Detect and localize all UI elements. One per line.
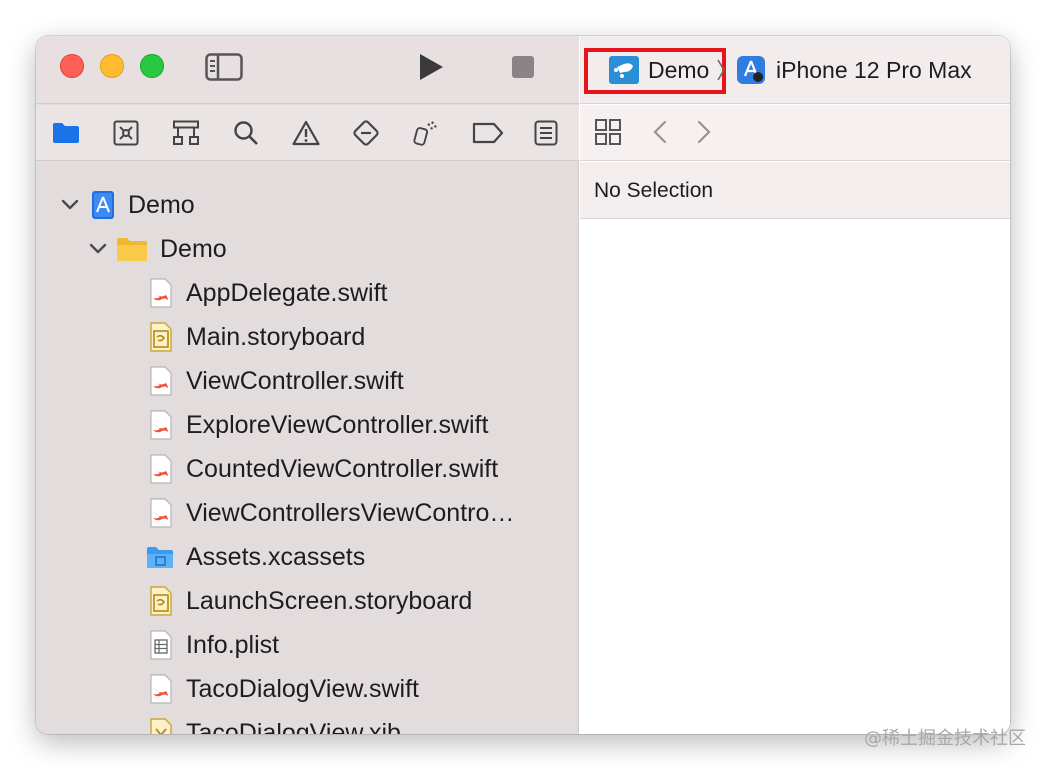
file-row[interactable]: ViewController.swift [148, 359, 404, 403]
zoom-window-button[interactable] [140, 54, 164, 78]
xcode-window: Demo Demo AppDelegate.swift Main.storybo… [36, 36, 1010, 734]
simulator-icon [736, 55, 766, 85]
file-row[interactable]: CountedViewController.swift [148, 447, 498, 491]
assets-folder-icon [146, 542, 174, 572]
swift-file-icon [148, 278, 174, 308]
no-selection-label: No Selection [594, 178, 714, 202]
project-navigator-icon[interactable] [52, 119, 80, 147]
editor-jump-bar [580, 105, 1010, 161]
highlight-box [584, 48, 726, 94]
close-window-button[interactable] [60, 54, 84, 78]
file-label: ExploreViewController.swift [186, 410, 489, 439]
file-row[interactable]: Info.plist [148, 623, 279, 667]
folder-icon [116, 234, 148, 264]
file-row[interactable]: ViewControllersViewContro… [148, 491, 514, 535]
file-label: Assets.xcassets [186, 542, 366, 571]
file-label: Info.plist [186, 630, 280, 659]
file-row[interactable]: AppDelegate.swift [148, 271, 388, 315]
xcode-project-icon [90, 190, 116, 220]
swift-file-icon [148, 410, 174, 440]
related-items-grid-icon[interactable] [594, 118, 622, 151]
editor-path-bar: No Selection [580, 162, 1010, 219]
file-row[interactable]: Assets.xcassets [146, 535, 365, 579]
issue-navigator-icon[interactable] [292, 119, 320, 147]
plist-file-icon [148, 630, 174, 660]
swift-file-icon [148, 498, 174, 528]
watermark: @稀土掘金技术社区 [864, 728, 1026, 749]
file-label: ViewControllersViewContro… [186, 498, 515, 527]
file-label: ViewController.swift [186, 366, 404, 395]
chevron-right-icon [716, 58, 726, 87]
device-selector[interactable]: iPhone 12 Pro Max [736, 50, 972, 90]
file-row[interactable]: TacoDialogView.xib [148, 711, 401, 734]
symbol-navigator-icon[interactable] [172, 119, 200, 147]
file-label: CountedViewController.swift [186, 454, 499, 483]
chevron-left-icon[interactable] [652, 120, 668, 149]
file-row[interactable]: Main.storyboard [148, 315, 365, 359]
file-label: TacoDialogView.xib [186, 718, 401, 735]
file-label: TacoDialogView.swift [186, 674, 419, 703]
report-navigator-icon[interactable] [532, 119, 560, 147]
device-label: iPhone 12 Pro Max [776, 56, 972, 83]
tree-project-row[interactable]: Demo [90, 183, 195, 227]
right-titlebar: Demo iPhone 12 Pro Max [580, 36, 1010, 104]
swift-file-icon [148, 454, 174, 484]
find-navigator-icon[interactable] [232, 119, 260, 147]
storyboard-file-icon [148, 586, 174, 616]
minimize-window-button[interactable] [100, 54, 124, 78]
chevron-down-icon[interactable] [59, 194, 81, 216]
file-row[interactable]: ExploreViewController.swift [148, 403, 488, 447]
debug-navigator-icon[interactable] [412, 119, 440, 147]
test-navigator-icon[interactable] [352, 119, 380, 147]
group-label: Demo [160, 234, 227, 263]
swift-file-icon [148, 674, 174, 704]
project-label: Demo [128, 190, 195, 219]
file-row[interactable]: TacoDialogView.swift [148, 667, 419, 711]
file-label: Main.storyboard [186, 322, 366, 351]
file-label: AppDelegate.swift [186, 278, 388, 307]
editor-pane: Demo iPhone 12 Pro Max No Selection [580, 36, 1010, 734]
chevron-down-icon[interactable] [87, 238, 109, 260]
file-row[interactable]: LaunchScreen.storyboard [148, 579, 472, 623]
breakpoint-navigator-icon[interactable] [472, 119, 504, 147]
source-control-icon[interactable] [112, 119, 140, 147]
swift-file-icon [148, 366, 174, 396]
editor-content [580, 220, 1010, 734]
sidebar-toggle-icon[interactable] [204, 52, 244, 82]
play-icon[interactable] [416, 52, 446, 82]
chevron-right-icon[interactable] [696, 120, 712, 149]
storyboard-file-icon [148, 322, 174, 352]
left-titlebar [36, 36, 579, 104]
xib-file-icon [148, 718, 174, 734]
stop-icon[interactable] [510, 54, 536, 80]
file-label: LaunchScreen.storyboard [186, 586, 473, 615]
tree-group-row[interactable]: Demo [116, 227, 227, 271]
navigator-pane: Demo Demo AppDelegate.swift Main.storybo… [36, 36, 579, 734]
